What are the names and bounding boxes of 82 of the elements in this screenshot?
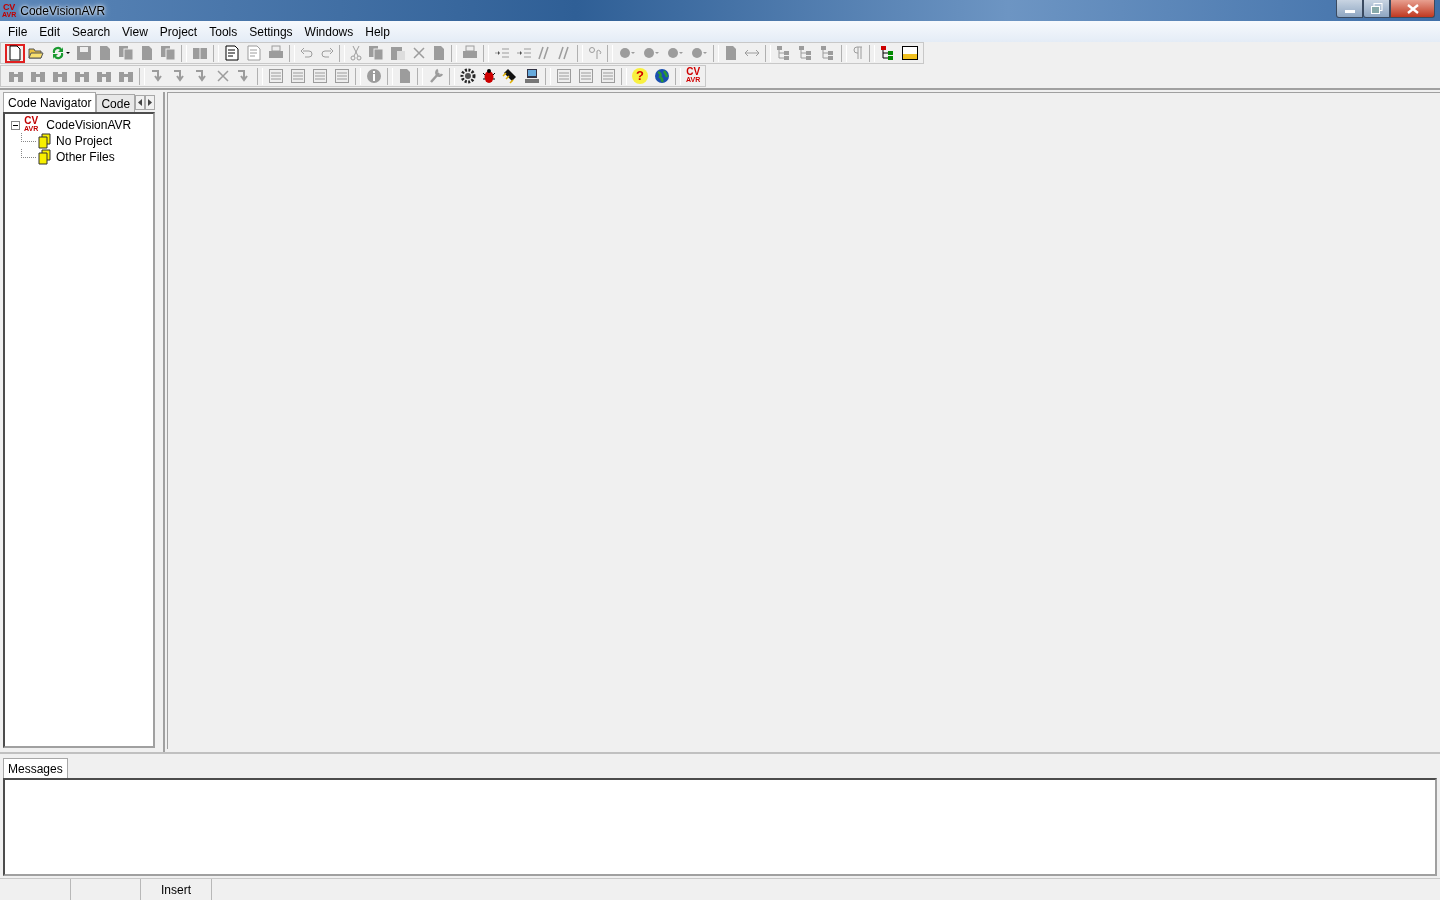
tree-icon <box>776 45 792 61</box>
insert-mode-indicator: Insert <box>141 879 212 900</box>
close-icon <box>1406 3 1419 14</box>
menu-item[interactable]: Edit <box>33 24 67 39</box>
printer-icon <box>462 45 478 61</box>
collapse-icon[interactable] <box>11 120 20 130</box>
cross-icon <box>216 69 230 83</box>
printer-icon <box>268 45 284 61</box>
info-icon <box>366 68 382 84</box>
dot-icon <box>666 46 684 60</box>
panel-tab[interactable]: Code <box>96 94 136 112</box>
cross-icon <box>412 46 426 60</box>
scissors-icon <box>350 45 362 61</box>
document-icon <box>140 45 154 61</box>
document-icon <box>432 45 446 61</box>
list-icon <box>290 68 306 84</box>
toolbar-button[interactable] <box>899 43 921 63</box>
dot-icon <box>618 46 636 60</box>
undo-icon <box>300 47 314 59</box>
minimize-icon <box>1344 10 1355 13</box>
menu-item[interactable]: File <box>2 24 34 39</box>
tree-icon <box>820 45 836 61</box>
chip-icon <box>502 68 518 84</box>
tree-item[interactable]: Other Files <box>56 150 115 164</box>
dot-icon <box>642 46 660 60</box>
list-icon <box>578 68 594 84</box>
document-icon <box>98 45 112 61</box>
close-button[interactable] <box>1390 0 1435 18</box>
computer-icon <box>524 68 540 84</box>
reload-icon <box>50 45 70 61</box>
document-icon <box>224 45 240 61</box>
restore-button[interactable] <box>1363 0 1390 18</box>
document-icon <box>724 45 738 61</box>
gear-icon <box>460 68 476 84</box>
scroll-right-button[interactable] <box>145 95 155 110</box>
list-icon <box>556 68 572 84</box>
list-icon <box>334 68 350 84</box>
redo-icon <box>320 47 334 59</box>
menu-item[interactable]: Project <box>153 24 204 39</box>
menu-item[interactable]: Search <box>66 24 117 39</box>
copy-icon <box>160 45 176 61</box>
panel-tab[interactable]: Messages <box>3 758 68 778</box>
tree-item[interactable]: CodeVisionAVR <box>46 118 132 132</box>
menu-item[interactable]: Settings <box>243 24 299 39</box>
copy-icon <box>368 45 384 61</box>
folder-document-icon <box>38 133 52 149</box>
slashes-icon <box>538 46 552 60</box>
menu-item[interactable]: View <box>116 24 154 39</box>
scroll-left-button[interactable] <box>135 95 146 110</box>
list-icon <box>312 68 328 84</box>
menu-item[interactable]: Help <box>359 24 396 39</box>
list-icon <box>600 68 616 84</box>
list-icon <box>268 68 284 84</box>
panel-tab[interactable]: Code Navigator <box>3 92 97 112</box>
dot-icon <box>690 46 708 60</box>
tree-icon <box>798 45 814 61</box>
menu-item[interactable]: Windows <box>298 24 360 39</box>
tree-icon <box>880 45 896 61</box>
wrench-icon <box>428 68 444 84</box>
toolbar-button[interactable] <box>5 43 25 63</box>
indent-icon <box>494 47 510 59</box>
menu-item[interactable]: Tools <box>203 24 244 39</box>
clipboard-icon <box>390 45 406 61</box>
restore-icon <box>1370 3 1383 14</box>
document-icon <box>246 45 262 61</box>
bug-icon <box>482 68 496 84</box>
tree-item[interactable]: No Project <box>56 134 113 148</box>
globe-icon <box>654 68 670 84</box>
new-file-icon <box>8 45 22 61</box>
document-icon <box>398 68 412 84</box>
indent-icon <box>516 47 532 59</box>
left-arrow-icon <box>137 99 143 106</box>
folder-icon <box>28 46 44 60</box>
folder-document-icon <box>38 149 52 165</box>
window-title: CodeVisionAVR <box>20 3 106 18</box>
slashes-icon <box>558 46 572 60</box>
right-arrow-icon <box>147 99 153 106</box>
minimize-button[interactable] <box>1336 0 1363 18</box>
symbol-icon <box>588 46 602 60</box>
copy-icon <box>118 45 134 61</box>
pilcrow-icon <box>853 46 863 60</box>
window-icon <box>902 46 918 60</box>
